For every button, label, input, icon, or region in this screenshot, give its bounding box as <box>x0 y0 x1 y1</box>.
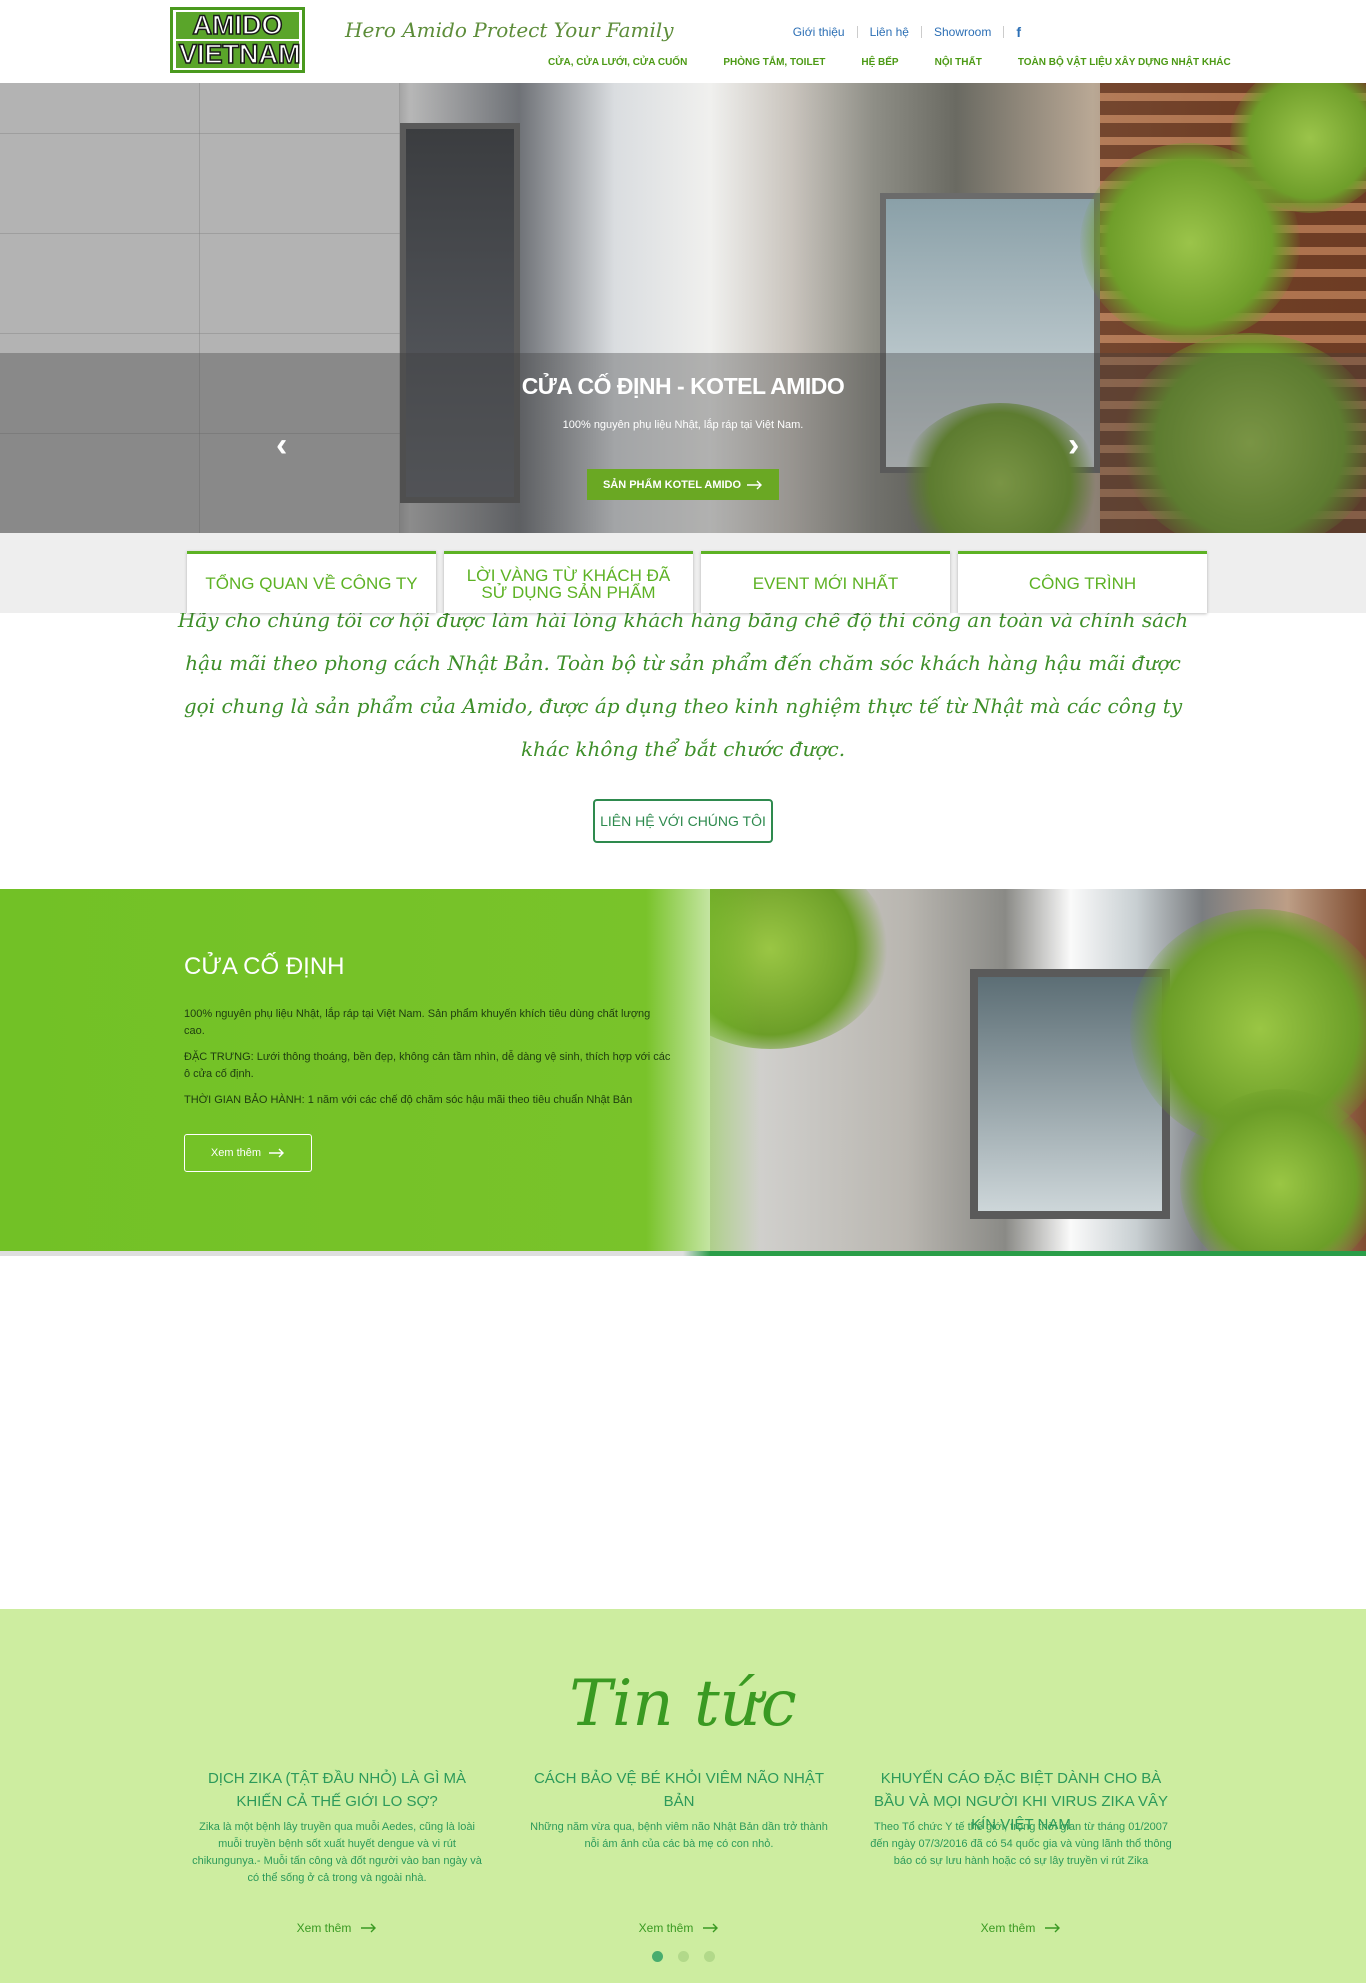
tab-latest-event[interactable]: EVENT MỚI NHẤT <box>701 551 950 613</box>
news-item-excerpt: Zika là một bệnh lây truyền qua muỗi Aed… <box>192 1821 482 1884</box>
tab-company-overview[interactable]: TỔNG QUAN VỀ CÔNG TY <box>187 551 436 613</box>
contact-us-button[interactable]: LIÊN HỆ VỚI CHÚNG TÔI <box>593 799 773 843</box>
nav-item-materials[interactable]: TOÀN BỘ VẬT LIỆU XÂY DỰNG NHẬT KHÁC <box>1018 57 1231 68</box>
link-gioi-thieu[interactable]: Giới thiệu <box>793 25 845 39</box>
news-item-title[interactable]: KHUYẾN CÁO ĐẶC BIỆT DÀNH CHO BÀ BẦU VÀ M… <box>870 1767 1172 1833</box>
nav-item-kitchen[interactable]: HỆ BẾP <box>861 57 898 68</box>
news-read-more-link[interactable]: Xem thêm <box>297 1921 378 1935</box>
arrow-right-icon <box>747 480 763 489</box>
carousel-dot[interactable] <box>677 1951 689 1962</box>
divider <box>1003 26 1005 38</box>
news-read-more-link[interactable]: Xem thêm <box>639 1921 720 1935</box>
top-links: Giới thiệu Liên hệ Showroom f <box>793 24 1021 40</box>
hero-title: CỬA CỐ ĐỊNH - KOTEL AMIDO <box>521 373 845 399</box>
site-header: AMIDO VIETNAM Hero Amido Protect Your Fa… <box>0 0 1366 83</box>
facebook-icon[interactable]: f <box>1016 24 1021 40</box>
divider <box>920 26 922 38</box>
news-item-title[interactable]: DỊCH ZIKA (TẬT ĐẦU NHỎ) LÀ GÌ MÀ KHIẾN C… <box>186 1767 488 1819</box>
tagline: Hero Amido Protect Your Family <box>345 18 674 42</box>
carousel-dot[interactable] <box>703 1951 715 1962</box>
news-section: Tin tức DỊCH ZIKA (TẬT ĐẦU NHỎ) LÀ GÌ MÀ… <box>0 1609 1366 1983</box>
news-item-excerpt: Theo Tổ chức Y tế thế giới, trong thời g… <box>870 1821 1172 1867</box>
news-read-more-label: Xem thêm <box>638 1921 694 1935</box>
tab-testimonials[interactable]: LỜI VÀNG TỪ KHÁCH ĐÃ SỬ DỤNG SẢN PHẨM <box>444 551 693 613</box>
product-title: CỬA CỐ ĐỊNH <box>184 953 345 980</box>
news-read-more-link[interactable]: Xem thêm <box>981 1921 1062 1935</box>
arrow-right-icon <box>361 1923 377 1933</box>
product-image <box>710 889 1366 1255</box>
company-quote: Hãy cho chúng tôi cơ hội được làm hài lò… <box>177 608 1189 761</box>
arrow-right-icon <box>269 1148 285 1158</box>
news-list: DỊCH ZIKA (TẬT ĐẦU NHỎ) LÀ GÌ MÀ KHIẾN C… <box>186 1767 1172 1937</box>
tab-projects[interactable]: CÔNG TRÌNH <box>958 551 1207 613</box>
hero-cta-label: SẢN PHẨM KOTEL AMIDO <box>602 478 742 491</box>
arrow-right-icon <box>703 1923 719 1933</box>
nav-item-bathroom[interactable]: PHÒNG TẮM, TOILET <box>723 57 825 68</box>
info-tabs-band: TỔNG QUAN VỀ CÔNG TY LỜI VÀNG TỪ KHÁCH Đ… <box>0 533 1366 613</box>
news-item: CÁCH BẢO VỆ BÉ KHỎI VIÊM NÃO NHẬT BẢN Nh… <box>528 1767 830 1937</box>
news-heading: Tin tức <box>569 1667 797 1741</box>
product-read-more-label: Xem thêm <box>210 1147 262 1159</box>
carousel-pagination <box>0 1951 1366 1962</box>
news-item: DỊCH ZIKA (TẬT ĐẦU NHỎ) LÀ GÌ MÀ KHIẾN C… <box>186 1767 488 1937</box>
info-tabs: TỔNG QUAN VỀ CÔNG TY LỜI VÀNG TỪ KHÁCH Đ… <box>187 551 1207 613</box>
hero-cta-button[interactable]: SẢN PHẨM KOTEL AMIDO <box>587 469 779 500</box>
carousel-dot[interactable] <box>651 1951 663 1962</box>
divider <box>856 26 858 38</box>
chevron-right-icon[interactable]: › <box>1068 428 1079 462</box>
nav-item-interior[interactable]: NỘI THẤT <box>935 57 982 68</box>
news-item: KHUYẾN CÁO ĐẶC BIỆT DÀNH CHO BÀ BẦU VÀ M… <box>870 1767 1172 1937</box>
link-showroom[interactable]: Showroom <box>934 25 991 39</box>
hero-slider: CỬA CỐ ĐỊNH - KOTEL AMIDO 100% nguyên ph… <box>0 83 1366 533</box>
hero-subtitle: 100% nguyên phụ liệu Nhật, lắp ráp tại V… <box>562 419 804 431</box>
logo-line-2: VIETNAM <box>176 40 301 68</box>
news-item-excerpt: Những năm vừa qua, bệnh viêm não Nhật Bả… <box>530 1821 828 1850</box>
news-read-more-label: Xem thêm <box>296 1921 352 1935</box>
product-paragraph: THỜI GIAN BẢO HÀNH: 1 năm với các chế độ… <box>184 1094 633 1106</box>
logo[interactable]: AMIDO VIETNAM <box>170 7 305 73</box>
link-lien-he[interactable]: Liên hệ <box>870 25 909 39</box>
main-nav: CỬA, CỬA LƯỚI, CỬA CUỐN PHÒNG TẮM, TOILE… <box>548 57 1267 68</box>
news-read-more-label: Xem thêm <box>980 1921 1036 1935</box>
chevron-left-icon[interactable]: ‹ <box>276 428 287 462</box>
product-read-more-button[interactable]: Xem thêm <box>184 1134 312 1172</box>
arrow-right-icon <box>1045 1923 1061 1933</box>
product-paragraph: ĐẶC TRƯNG: Lưới thông thoáng, bền đẹp, k… <box>184 1051 671 1080</box>
news-item-title[interactable]: CÁCH BẢO VỆ BÉ KHỎI VIÊM NÃO NHẬT BẢN <box>528 1767 830 1819</box>
nav-item-doors[interactable]: CỬA, CỬA LƯỚI, CỬA CUỐN <box>548 57 687 68</box>
logo-line-1: AMIDO <box>176 11 299 39</box>
product-paragraph: 100% nguyên phụ liệu Nhật, lắp ráp tại V… <box>184 1008 651 1037</box>
product-section: CỬA CỐ ĐỊNH 100% nguyên phụ liệu Nhật, l… <box>0 889 1366 1256</box>
empty-section <box>0 1255 1366 1609</box>
product-description: 100% nguyên phụ liệu Nhật, lắp ráp tại V… <box>184 1006 674 1118</box>
section-divider <box>0 1251 1366 1256</box>
